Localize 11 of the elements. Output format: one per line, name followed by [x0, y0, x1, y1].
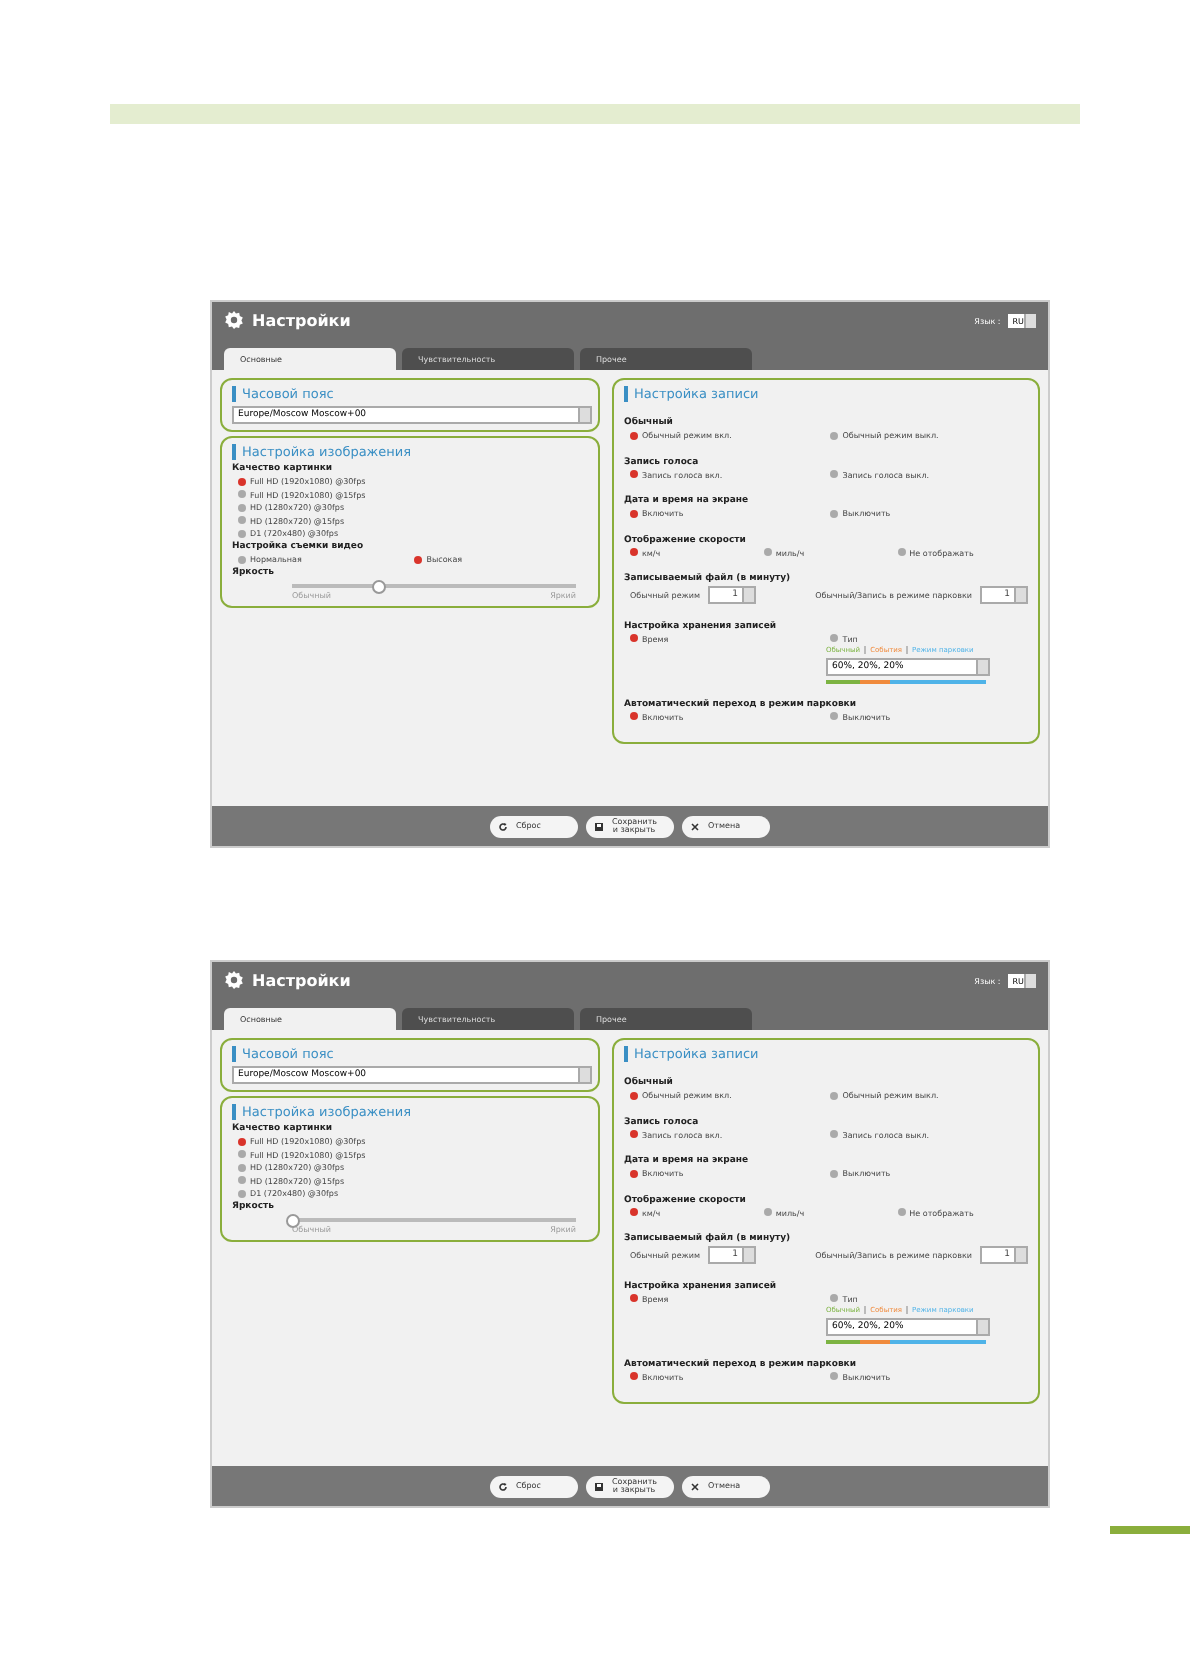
save-icon [594, 821, 604, 831]
page-corner-mark [1110, 1526, 1190, 1534]
window-title: Настройки [252, 311, 351, 329]
close-icon [690, 1481, 700, 1491]
refresh-icon [498, 821, 508, 831]
save-icon [594, 1481, 604, 1491]
window-title: Настройки [252, 971, 351, 989]
gear-icon [224, 310, 244, 330]
close-icon [690, 821, 700, 831]
refresh-icon [498, 1481, 508, 1491]
gear-icon [224, 970, 244, 990]
